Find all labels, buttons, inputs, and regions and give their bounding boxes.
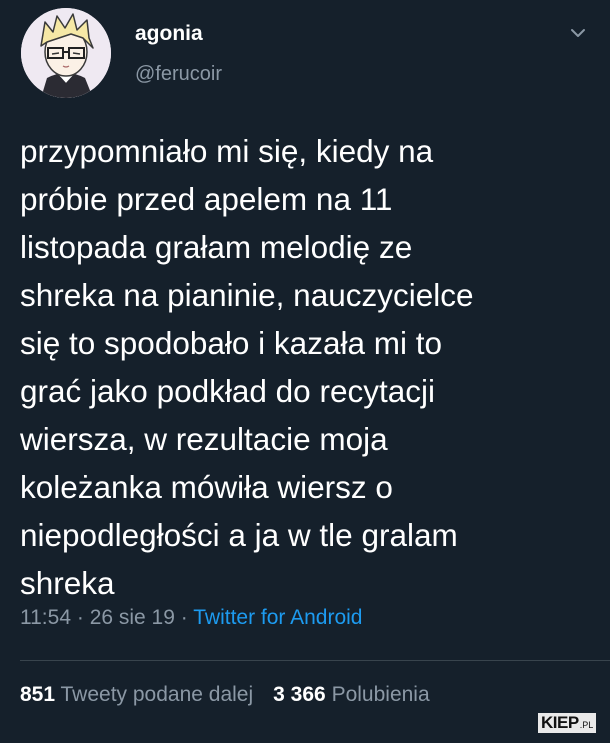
author-display-name[interactable]: agonia — [135, 22, 203, 46]
tweet-text-line: shreka na pianinie, nauczycielce — [20, 277, 474, 313]
retweets-label: Tweety podane dalej — [60, 683, 254, 706]
tweet-text: przypomniało mi się, kiedy na próbie prz… — [20, 127, 595, 607]
likes-count: 3 366 — [273, 683, 326, 706]
tweet-source-link[interactable]: Twitter for Android — [193, 606, 362, 629]
anime-avatar-icon — [21, 8, 111, 98]
likes-stat[interactable]: 3 366 Polubienia — [273, 683, 430, 706]
tweet-text-line: niepodległości a ja w tle gralam — [20, 517, 458, 553]
tweet-text-line: grać jako podkład do recytacji — [20, 373, 435, 409]
watermark-tld: .PL — [579, 720, 594, 730]
tweet-text-line: się to spodobało i kazała mi to — [20, 325, 442, 361]
author-handle[interactable]: @ferucoir — [135, 63, 222, 86]
avatar[interactable] — [21, 8, 111, 98]
site-watermark: KIEP.PL — [538, 713, 597, 733]
tweet-text-line: shreka — [20, 565, 115, 601]
tweet-text-line: wiersza, w rezultacie moja — [20, 421, 388, 457]
tweet-stats: 851 Tweety podane dalej 3 366 Polubienia — [20, 683, 430, 707]
tweet-meta: 11:54 · 26 sie 19 · Twitter for Android — [20, 606, 362, 630]
divider — [20, 660, 610, 661]
retweets-count: 851 — [20, 683, 56, 706]
tweet-date[interactable]: 26 sie 19 — [90, 606, 175, 629]
retweets-stat[interactable]: 851 Tweety podane dalej — [20, 683, 253, 706]
tweet-time[interactable]: 11:54 — [20, 606, 71, 629]
tweet-text-line: koleżanka mówiła wiersz o — [20, 469, 393, 505]
tweet-text-line: przypomniało mi się, kiedy na — [20, 133, 434, 169]
meta-separator: · — [76, 606, 84, 629]
tweet-text-line: listopada grałam melodię ze — [20, 229, 413, 265]
tweet-text-line: próbie przed apelem na 11 — [20, 181, 393, 217]
chevron-down-icon[interactable] — [569, 26, 587, 40]
meta-separator: · — [180, 606, 188, 629]
watermark-main: KIEP — [541, 713, 579, 732]
likes-label: Polubienia — [331, 683, 430, 706]
